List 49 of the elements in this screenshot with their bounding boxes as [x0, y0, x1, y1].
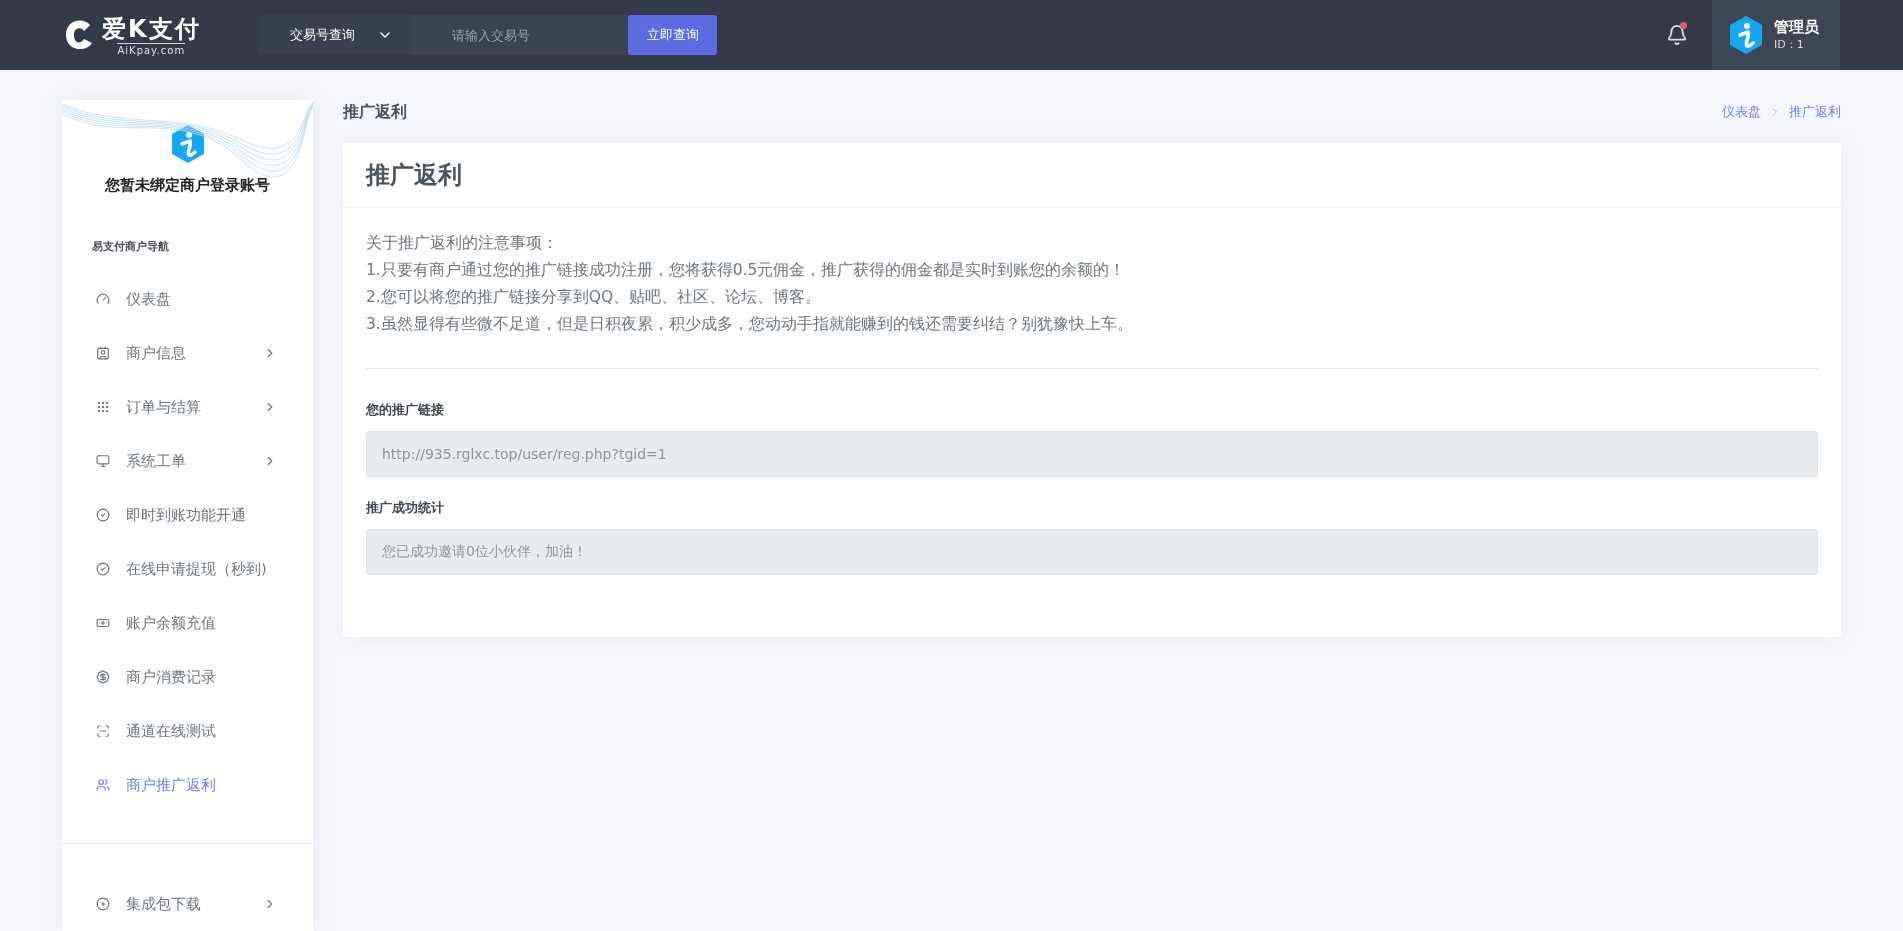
users-icon — [96, 778, 110, 792]
readonly-field[interactable]: http://935.rglxc.top/user/reg.php?tgid=1 — [366, 431, 1818, 477]
note-text: 3.虽然显得有些微不足道，但是日积夜累，积少成多，您动动手指就能赚到的钱还需要纠结？别犹豫快上车。 — [366, 314, 1134, 335]
search-button[interactable]: 立即查询 — [628, 15, 717, 55]
bell-icon — [1666, 24, 1688, 46]
nav-item[interactable]: 即时到账功能开通 — [62, 488, 313, 542]
info-hexagon-icon — [169, 124, 206, 164]
search-field[interactable]: 请输入交易号 — [412, 15, 628, 55]
nav-title: 易支付商户导航 — [91, 239, 170, 254]
nav-item[interactable]: 系统工单 — [62, 434, 313, 488]
nav-item[interactable]: 商户消费记录 — [62, 650, 313, 704]
gauge-icon — [96, 292, 110, 306]
breadcrumb-link[interactable]: 仪表盘 — [1722, 103, 1761, 121]
nav-item[interactable]: 订单与结算 — [62, 380, 313, 434]
nav-item[interactable]: 集成包下载 — [62, 877, 313, 931]
check-circle-icon — [96, 562, 110, 576]
user-name: 管理员 — [1774, 18, 1819, 37]
nav-item[interactable]: 仪表盘 — [62, 272, 313, 326]
grid-icon — [96, 400, 110, 414]
note-text: 1.只要有商户通过您的推广链接成功注册，您将获得0.5元佣金，推广获得的佣金都是实时到账您的余额的！ — [366, 260, 1127, 281]
nav-item[interactable]: 账户余额充值 — [62, 596, 313, 650]
logo-domain: AiKpay.com — [117, 42, 186, 56]
info-hexagon-icon — [1728, 15, 1764, 55]
contact-card-icon — [96, 346, 110, 360]
nav-item[interactable]: 通道在线测试 — [62, 704, 313, 758]
dollar-badge-icon — [96, 670, 110, 684]
field-label: 您的推广链接 — [366, 401, 445, 419]
banknote-icon — [96, 616, 110, 630]
field-label: 推广成功统计 — [366, 499, 445, 517]
notification-bell[interactable] — [1666, 24, 1688, 46]
note-text: 2.您可以将您的推广链接分享到QQ、贴吧、社区、论坛、博客。 — [366, 287, 823, 308]
logo-name: 爱K支付 — [102, 14, 201, 43]
check-circle-icon — [96, 508, 110, 522]
monitor-icon — [96, 454, 110, 468]
account-notice: 您暂未绑定商户登录账号 — [103, 176, 271, 195]
user-id: ID：1 — [1774, 37, 1805, 52]
unread-dot — [1680, 22, 1687, 29]
note-text: 关于推广返利的注意事项： — [366, 233, 559, 254]
nav-item[interactable]: 商户推广返利 — [62, 758, 313, 812]
nav-item[interactable]: 商户信息 — [62, 326, 313, 380]
user-menu[interactable]: 管理员 ID：1 — [1712, 0, 1840, 70]
search-type-select[interactable]: 交易号查询 — [258, 15, 412, 55]
breadcrumb-link[interactable]: 推广返利 — [1789, 103, 1841, 121]
scan-line-icon — [96, 724, 110, 738]
disc-icon — [96, 897, 110, 911]
page-title: 推广返利 — [343, 101, 407, 123]
card-title: 推广返利 — [343, 143, 1841, 208]
nav-item[interactable]: 在线申请提现（秒到) — [62, 542, 313, 596]
readonly-field[interactable]: 您已成功邀请0位小伙伴，加油！ — [366, 529, 1818, 575]
